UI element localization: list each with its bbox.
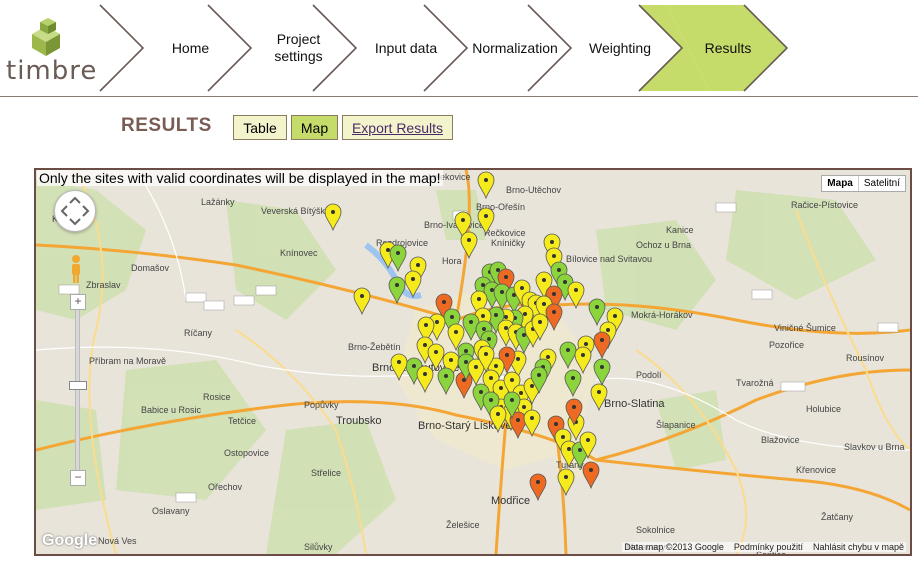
step-project-settings-label: Project settings [274, 31, 323, 64]
site-marker-pin[interactable] [574, 346, 592, 375]
step-input-data-label: Input data [374, 39, 438, 56]
site-marker-pin[interactable] [593, 358, 611, 387]
site-marker-pin[interactable] [567, 281, 585, 310]
pan-arrows-icon [60, 196, 90, 226]
site-marker-pin[interactable] [588, 298, 606, 327]
street-view-pegman-icon[interactable] [69, 254, 83, 284]
site-marker-pin[interactable] [489, 405, 507, 434]
attribution-report-link[interactable]: Nahlásit chybu v mapě [813, 542, 904, 552]
step-input-data[interactable]: Input data [356, 0, 456, 96]
site-marker-pin[interactable] [593, 331, 611, 360]
google-logo[interactable]: Google [42, 532, 97, 550]
site-marker-pin[interactable] [582, 461, 600, 490]
site-marker-pin[interactable] [416, 365, 434, 394]
site-marker-pin[interactable] [389, 244, 407, 273]
site-marker-pin[interactable] [564, 369, 582, 398]
zoom-in-button[interactable]: + [70, 294, 86, 310]
site-marker-pin[interactable] [590, 383, 608, 412]
map-type-satellite-button[interactable]: Satelitní [857, 176, 905, 191]
site-marker-pin[interactable] [324, 203, 342, 232]
step-normalization[interactable]: Normalization [463, 0, 567, 96]
map-tab-button[interactable]: Map [291, 115, 338, 140]
site-marker-pin[interactable] [529, 473, 547, 502]
header: timbre Home Project settings Input data … [0, 0, 918, 97]
step-home-label: Home [171, 39, 210, 56]
site-marker-pin[interactable] [523, 409, 541, 438]
map-type-control: Mapa Satelitní [821, 175, 906, 192]
breadcrumb-arrows [99, 4, 789, 92]
export-results-button[interactable]: Export Results [342, 115, 453, 140]
map-attribution: Data map ©2013 Google Podmínky použití N… [622, 542, 906, 552]
step-weighting[interactable]: Weighting [571, 0, 669, 96]
site-marker-pin[interactable] [477, 171, 495, 200]
site-marker-pin[interactable] [353, 287, 371, 316]
site-markers [324, 171, 624, 502]
map-type-map-button[interactable]: Mapa [822, 176, 858, 191]
pan-control[interactable] [54, 190, 96, 232]
site-marker-pin[interactable] [557, 468, 575, 497]
step-normalization-label: Normalization [472, 39, 558, 56]
map-note: Only the sites with valid coordinates wi… [37, 170, 443, 186]
step-results[interactable]: Results [682, 0, 774, 96]
attribution-terms-link[interactable]: Podmínky použití [734, 542, 803, 552]
site-marker-pin[interactable] [388, 276, 406, 305]
site-marker-pin[interactable] [545, 303, 563, 332]
zoom-slider-knob[interactable] [69, 381, 87, 390]
site-marker-pin[interactable] [460, 231, 478, 260]
site-marker-pin[interactable] [477, 207, 495, 236]
results-map[interactable]: Lelekovice Brno-Utěchov Lažánky Veverská Bí… [34, 168, 912, 556]
step-project-settings[interactable]: Project settings [251, 0, 346, 96]
site-marker-pin[interactable] [390, 353, 408, 382]
step-weighting-label: Weighting [588, 39, 651, 56]
step-home[interactable]: Home [143, 0, 238, 96]
attribution-data: Data map ©2013 Google [624, 542, 724, 552]
step-results-label: Results [704, 39, 752, 56]
table-tab-button[interactable]: Table [233, 115, 287, 140]
zoom-out-button[interactable]: − [70, 470, 86, 486]
results-title: RESULTS [121, 115, 212, 136]
site-marker-pin[interactable] [437, 367, 455, 396]
site-marker-pin[interactable] [559, 341, 577, 370]
site-marker-pin[interactable] [404, 270, 422, 299]
site-marker-pin[interactable] [427, 343, 445, 372]
